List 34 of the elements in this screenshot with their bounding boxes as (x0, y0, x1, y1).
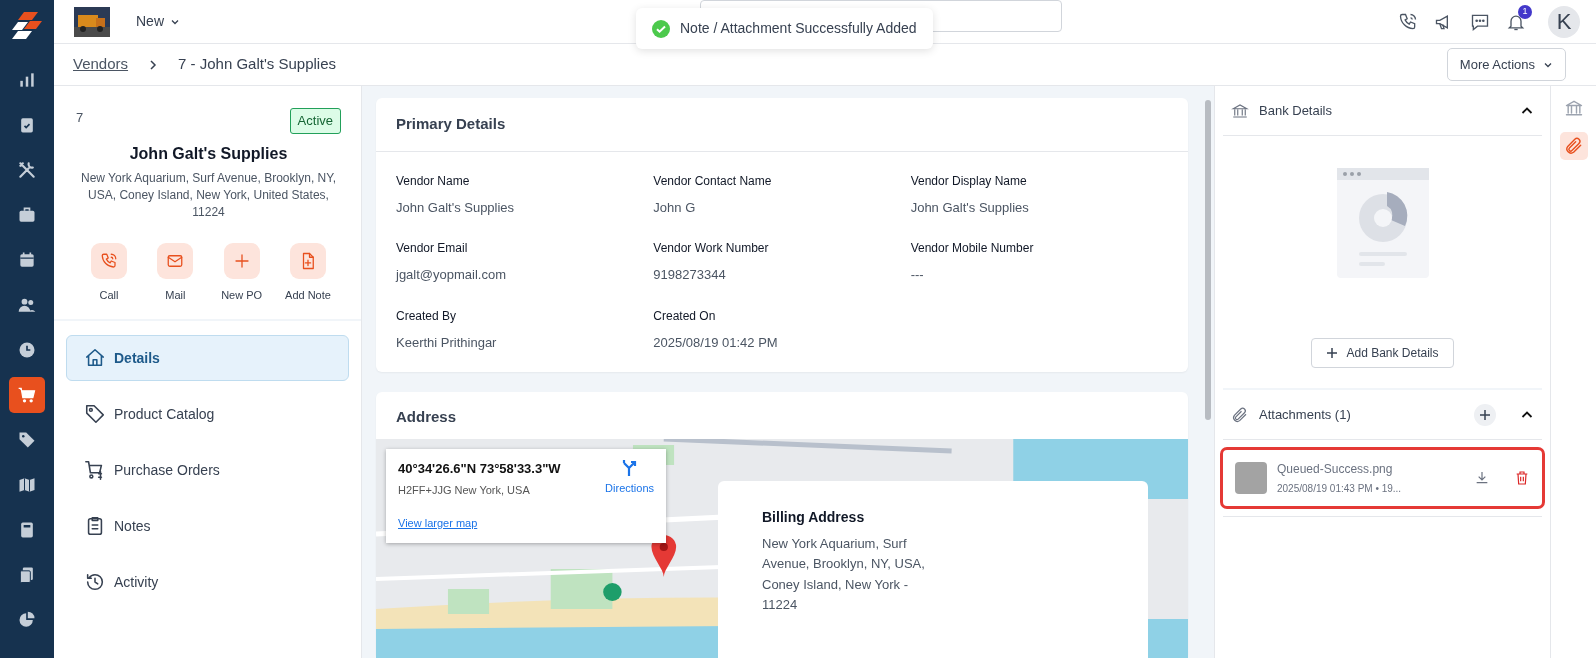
card-title: Address (395, 407, 458, 427)
field-value: John G (653, 198, 697, 217)
field-value: Keerthi Prithingar (396, 333, 498, 352)
breadcrumb-current: 7 - John Galt's Supplies (178, 54, 336, 75)
field-label: Vendor Email (396, 240, 469, 257)
file-meta: 2025/08/19 01:43 PM • 19... (1277, 482, 1403, 496)
address-text: Coney Island, New York - 11224 (762, 575, 909, 614)
field-value: jgalt@yopmail.com (396, 266, 507, 284)
field-label: Vendor Mobile Number (910, 240, 1035, 257)
field-label: Vendor Name (396, 172, 471, 190)
field-value: 9198273344 (653, 266, 727, 284)
address-text: New York Aquarium, Surf Avenue, Brooklyn, NY, USA, (762, 534, 926, 573)
field-label: Created On (653, 307, 717, 325)
field-value: John Galt's Supplies (396, 198, 516, 217)
vendor-name: John Galt's Supplies (128, 143, 289, 164)
field-value: --- (910, 266, 925, 284)
file-name: Queued-Success.png (1277, 461, 1394, 478)
section-title: Bank Details (1259, 101, 1332, 120)
status-badge: Active (289, 108, 341, 134)
toast-message: Note / Attachment Successfully Added (680, 19, 917, 38)
field-value: 2025/08/19 01:42 PM (653, 333, 779, 352)
field-value: John Galt's Supplies (910, 198, 1030, 217)
coordinates: 40°34'26.6"N 73°58'33.3"W (398, 459, 561, 478)
field-label: Created By (396, 307, 458, 325)
section-title: Attachments (1) (1259, 405, 1351, 424)
billing-title: Billing Address (762, 507, 866, 527)
field-label: Vendor Contact Name (653, 172, 773, 190)
notification-badge: 1 (1518, 4, 1532, 19)
field-label: Vendor Display Name (910, 172, 1028, 190)
card-title: Primary Details (376, 98, 1188, 152)
vendor-id: 7 (76, 109, 84, 127)
vendor-address: New York Aquarium, Surf Avenue, Brooklyn, NY, USA, Coney Island, New York, United States, 11224 (79, 169, 337, 221)
field-label: Vendor Work Number (653, 240, 770, 257)
plus-code: H2FF+JJG New York, USA (398, 483, 531, 498)
